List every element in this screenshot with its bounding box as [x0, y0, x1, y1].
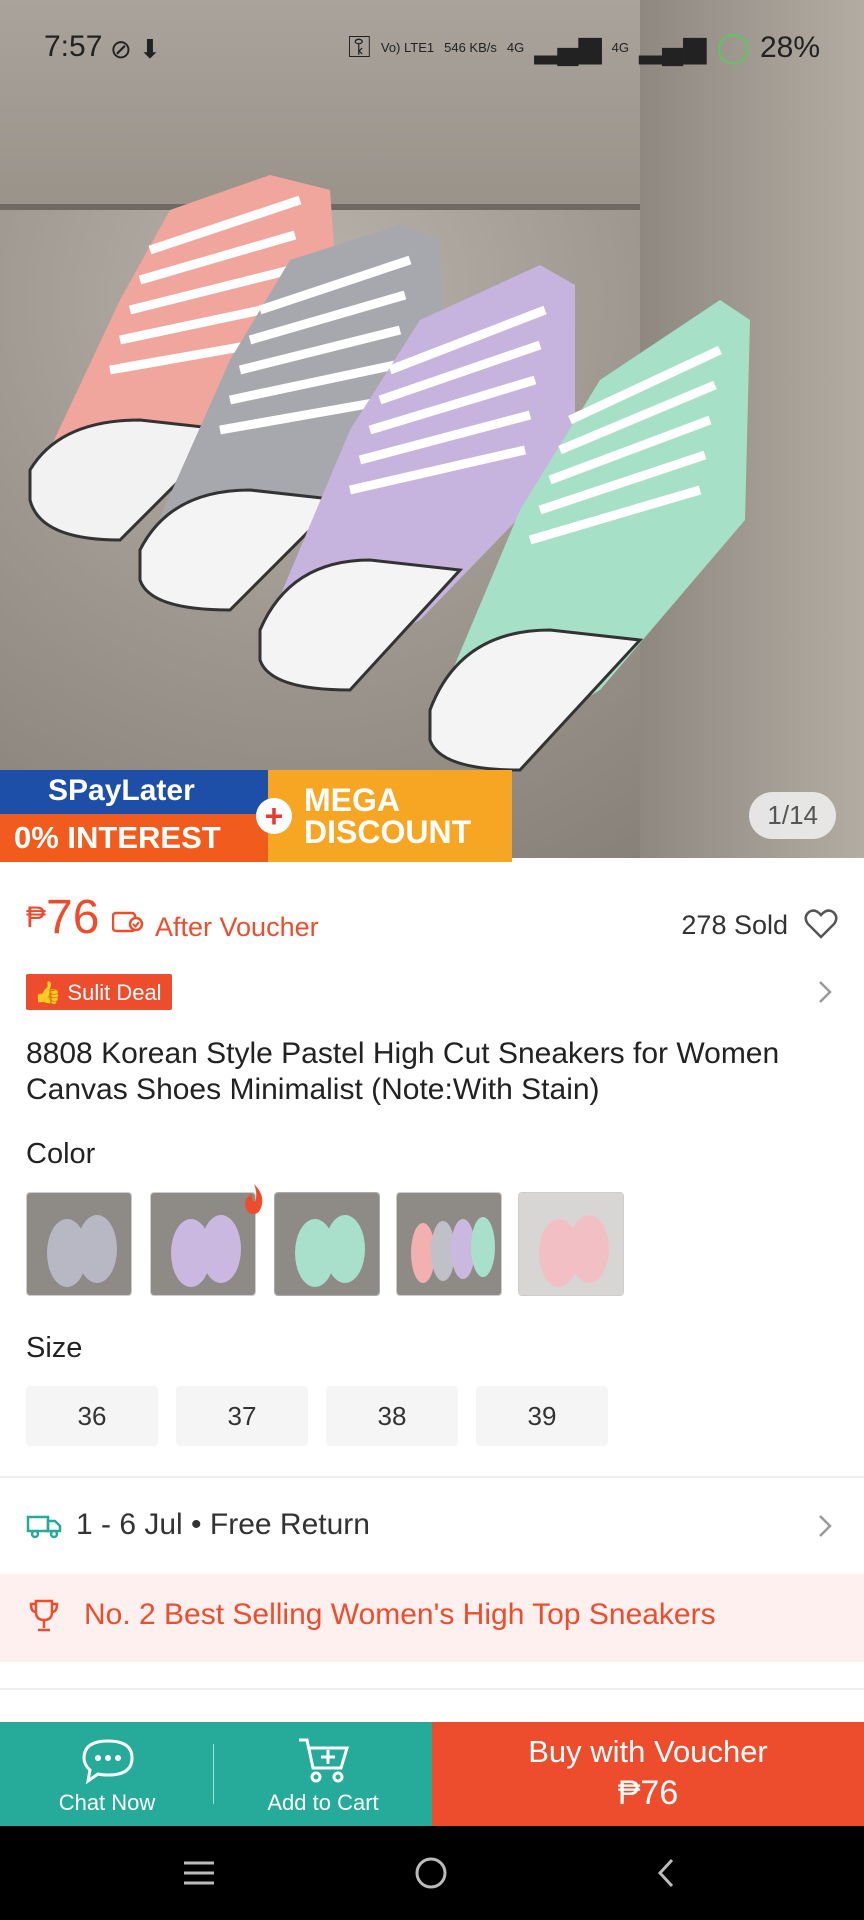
cart-icon — [299, 1738, 350, 1783]
image-counter: 1/14 — [749, 792, 836, 839]
mega-discount: MEGA DISCOUNT — [268, 770, 512, 862]
product-image[interactable] — [0, 0, 864, 858]
color-option-5[interactable] — [518, 1192, 624, 1296]
menu-icon[interactable] — [182, 1860, 216, 1886]
chat-now-label: Chat Now — [58, 1790, 156, 1815]
price: ₱76 — [26, 890, 99, 945]
buy-label: Buy with Voucher — [528, 1734, 768, 1769]
home-icon[interactable] — [414, 1856, 448, 1890]
sneakers-illustration — [28, 175, 750, 772]
buy-price: ₱76 — [617, 1774, 679, 1812]
mixed-sneakers-thumb — [397, 1193, 501, 1295]
product-title: 8808 Korean Style Pastel High Cut Sneake… — [26, 1037, 780, 1106]
status-4g-1: 4G — [506, 40, 525, 55]
pink-sneakers-thumb — [519, 1193, 623, 1295]
mint-sneakers-thumb — [275, 1193, 379, 1295]
color-option-4[interactable] — [396, 1192, 502, 1296]
size-label: Size — [26, 1332, 83, 1364]
color-option-1[interactable] — [26, 1192, 132, 1296]
voucher-icon — [112, 911, 144, 933]
plus-icon: + — [256, 798, 292, 834]
status-time: 7:57 — [44, 30, 103, 63]
size-option-36[interactable]: 36 — [26, 1386, 158, 1446]
divider — [0, 1476, 864, 1478]
after-voucher-label: After Voucher — [155, 912, 319, 942]
sold-count: 278 Sold — [681, 910, 788, 940]
chat-icon — [82, 1739, 134, 1784]
back-icon[interactable] — [654, 1856, 678, 1890]
chevron-right-icon — [819, 1515, 832, 1537]
trophy-icon — [29, 1599, 59, 1632]
spaylater-label: SPayLater — [0, 770, 270, 814]
buy-with-voucher-button[interactable]: Buy with Voucher ₱76 — [432, 1722, 864, 1826]
add-to-cart-button[interactable]: Add to Cart — [214, 1722, 432, 1826]
status-bar: 7:57 ⊘ ⬇ ⚿ Vo) LTE1 546 KB/s 4G ▂▄▆ 4G ▂… — [0, 0, 864, 96]
chat-now-button[interactable]: Chat Now — [0, 1722, 214, 1826]
notification-icons: ⊘ ⬇ — [110, 34, 161, 64]
ranking-text: No. 2 Best Selling Women's High Top Snea… — [84, 1598, 716, 1631]
chevron-right-icon[interactable] — [816, 978, 834, 1006]
size-option-39[interactable]: 39 — [476, 1386, 608, 1446]
color-option-3[interactable] — [274, 1192, 380, 1296]
size-option-38[interactable]: 38 — [326, 1386, 458, 1446]
key-icon: ⚿ — [348, 30, 371, 64]
sulit-deal-badge[interactable]: 👍 Sulit Deal — [26, 974, 172, 1010]
add-to-cart-label: Add to Cart — [267, 1790, 379, 1815]
bottom-action-bar: Chat Now Add to Cart Buy with Voucher ₱7… — [0, 1722, 864, 1826]
promo-banner[interactable]: SPayLater 0% INTEREST MEGA DISCOUNT + — [0, 770, 512, 862]
size-option-37[interactable]: 37 — [176, 1386, 308, 1446]
discount-label: DISCOUNT — [304, 814, 472, 850]
divider — [0, 1688, 864, 1690]
sulit-deal-label: Sulit Deal — [67, 980, 162, 1005]
battery-percent: 28% — [759, 30, 820, 64]
price-amount: 76 — [46, 891, 100, 944]
color-label: Color — [26, 1138, 96, 1170]
status-speed: 546 KB/s — [444, 40, 497, 55]
status-lte: Vo) LTE1 — [380, 40, 435, 55]
fire-icon — [245, 1184, 263, 1214]
system-nav-bar — [0, 1826, 864, 1920]
thumbs-up-icon: 👍 — [34, 980, 62, 1005]
shipping-text: 1 - 6 Jul • Free Return — [76, 1508, 370, 1541]
grey-sneakers-thumb — [27, 1193, 131, 1295]
status-4g-2: 4G — [611, 40, 629, 55]
heart-icon[interactable] — [804, 908, 838, 940]
mega-label: MEGA — [304, 782, 400, 818]
status-right: ⚿ Vo) LTE1 546 KB/s 4G ▂▄▆ 4G ▂▄▆ ◯ 28% — [348, 30, 820, 65]
interest-label: 0% INTEREST — [0, 814, 280, 862]
battery-icon: ◯ — [716, 31, 750, 64]
ranking-banner[interactable]: No. 2 Best Selling Women's High Top Snea… — [0, 1574, 864, 1662]
signal-icon-2: ▂▄▆ — [638, 31, 707, 64]
currency-symbol: ₱ — [26, 901, 47, 934]
signal-icon: ▂▄▆ — [534, 31, 602, 64]
truck-icon — [26, 1515, 62, 1539]
